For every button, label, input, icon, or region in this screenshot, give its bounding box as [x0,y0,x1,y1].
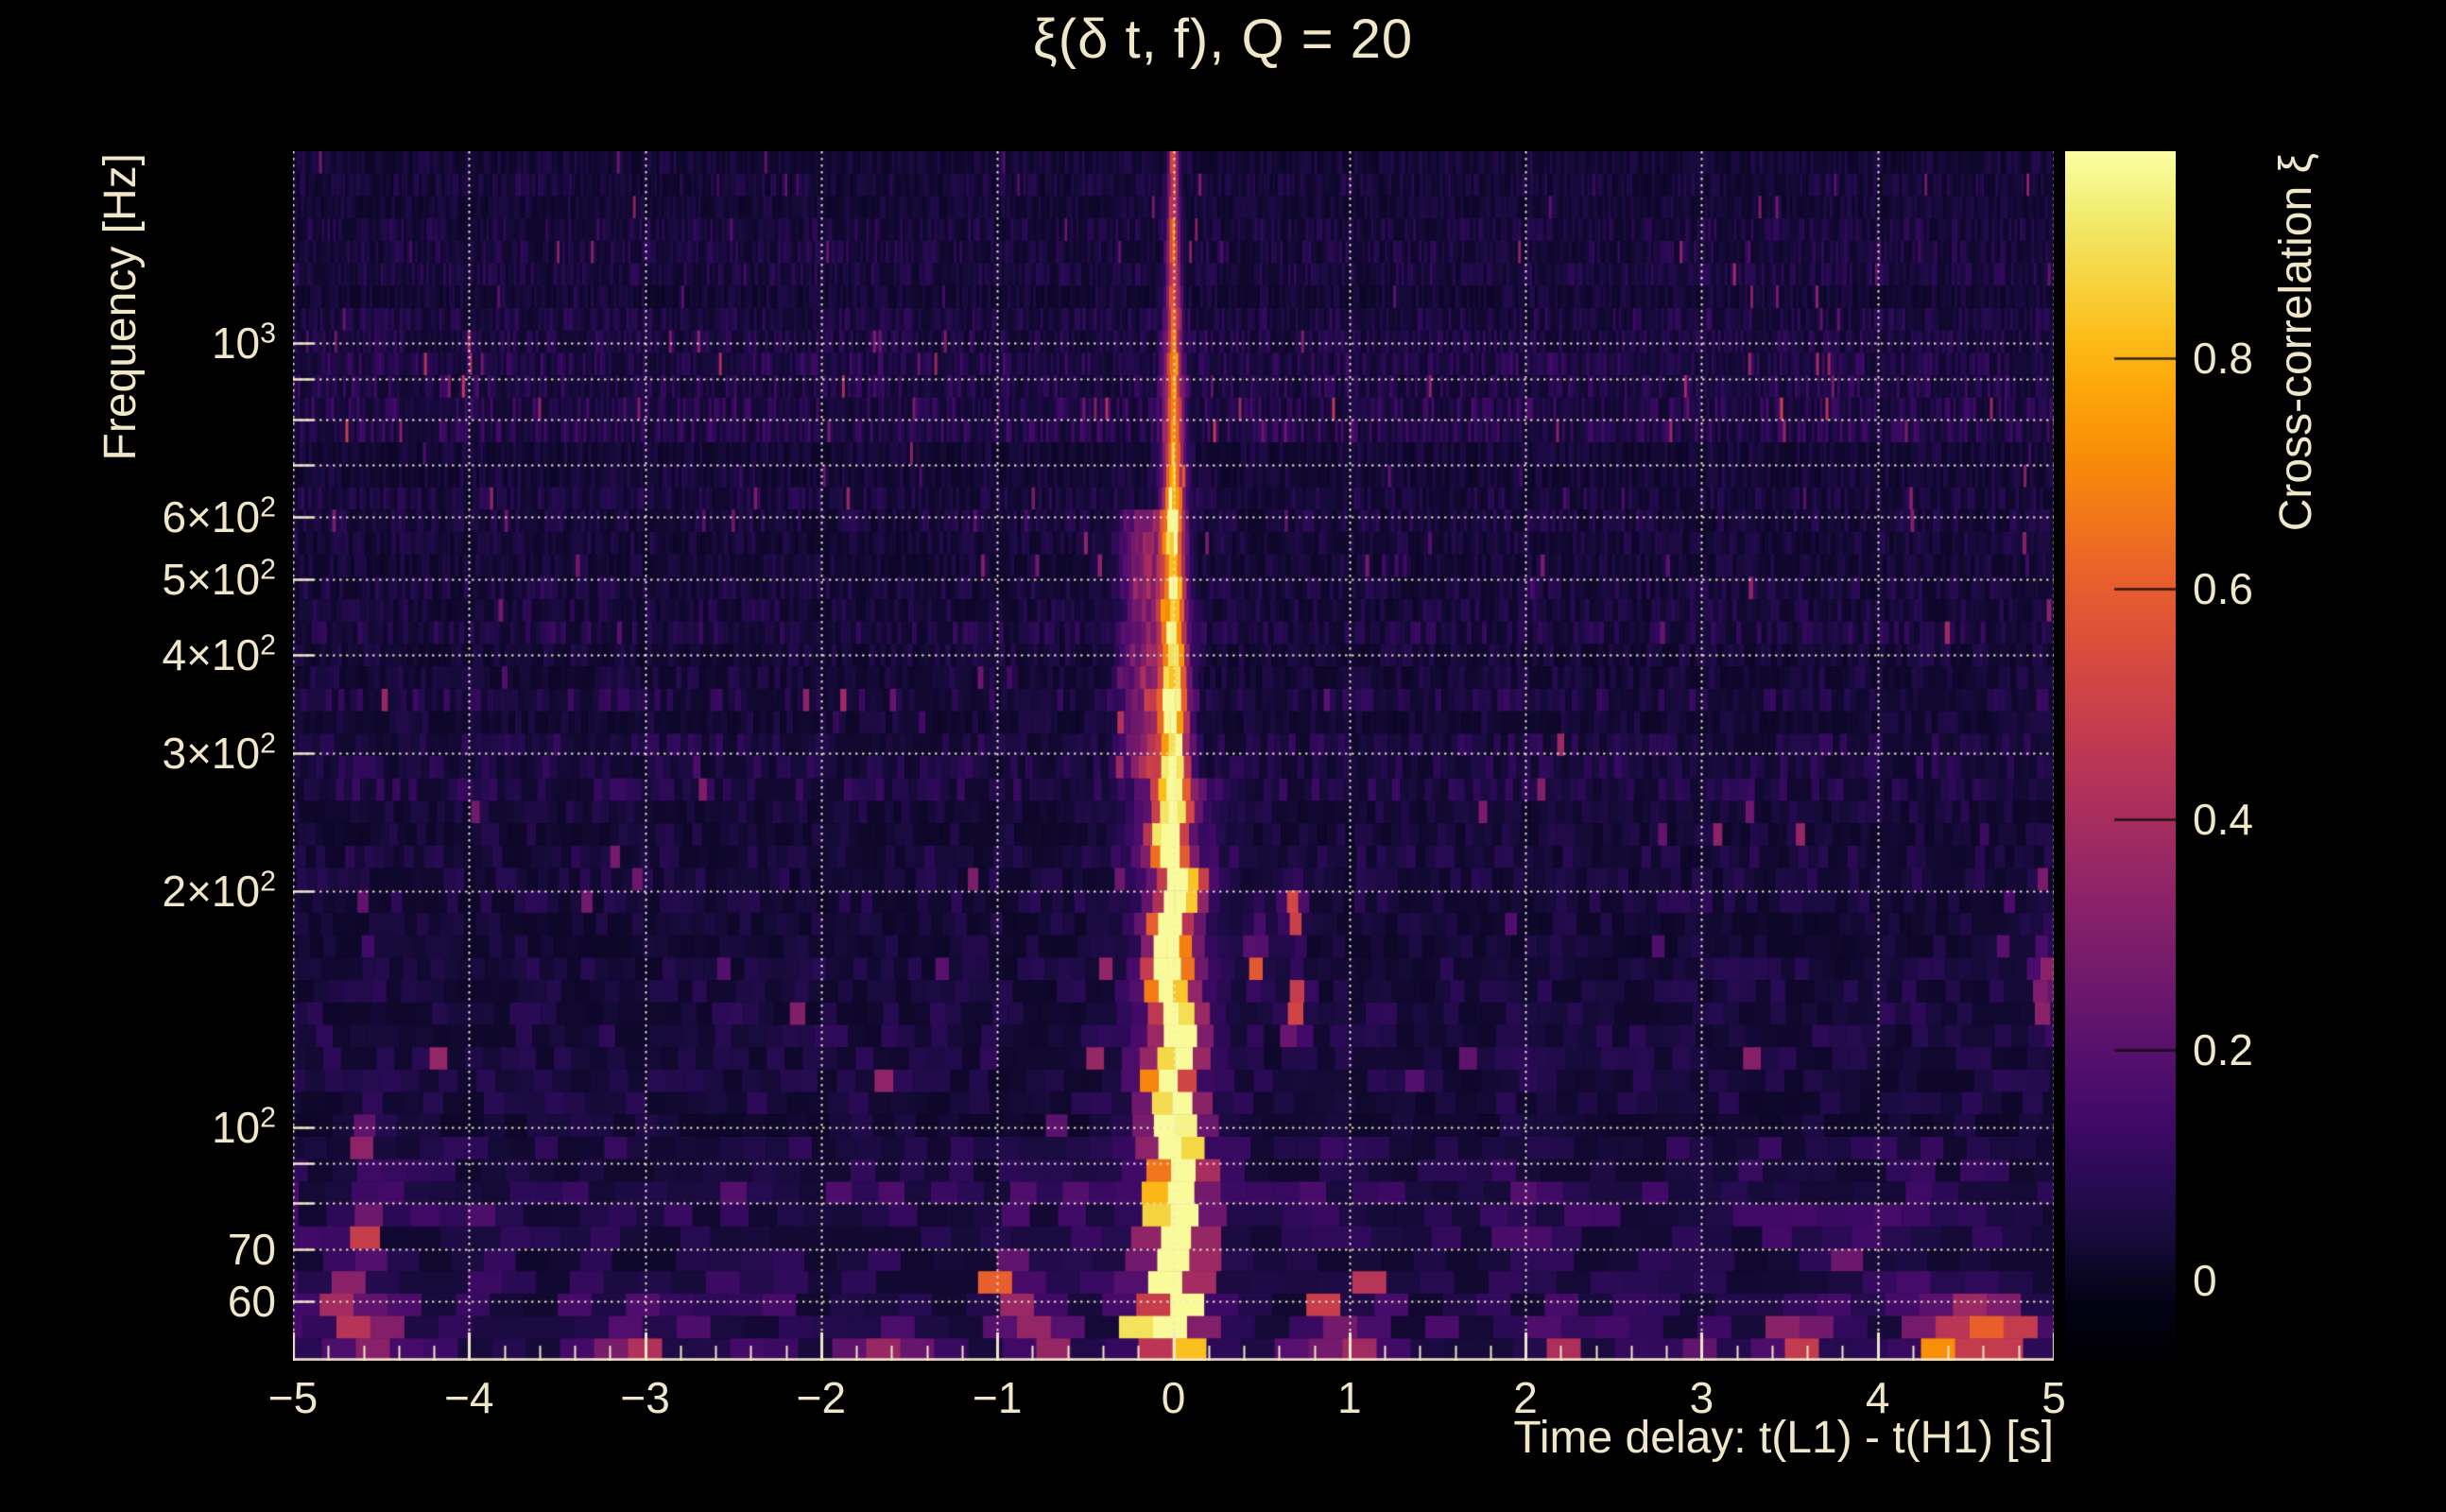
cross-correlation-spectrogram-figure: ξ(δ t, f), Q = 20 Frequency [Hz] Cross-c… [0,0,2446,1512]
spectrogram-heatmap-canvas [293,151,2054,1361]
colorbar-tick-label: 0.4 [2193,795,2253,845]
colorbar-tick-label: 0.6 [2193,564,2253,614]
x-tick-label: 0 [1161,1373,1186,1422]
chart-title: ξ(δ t, f), Q = 20 [1032,9,1414,70]
colorbar-tick-label: 0.8 [2193,334,2253,384]
x-tick-label: −5 [267,1373,319,1422]
x-axis-title: Time delay: t(L1) - t(H1) [s] [1513,1413,2054,1463]
x-tick-label: 3 [1689,1373,1714,1422]
x-tick-label: −3 [620,1373,670,1422]
colorbar-tick-label: 0 [2193,1255,2217,1305]
colorbar-tick-label: 0.2 [2193,1024,2253,1074]
x-tick-label: 2 [1513,1373,1538,1422]
x-tick-label: −4 [444,1373,494,1422]
y-tick-label: 3×102 [162,728,276,779]
x-tick-label: 4 [1865,1373,1890,1422]
x-tick-label: −2 [796,1373,847,1422]
colorbar-canvas [2065,151,2176,1361]
y-tick-label: 2×102 [162,866,276,917]
y-axis-title: Frequency [Hz] [95,153,146,461]
y-tick-label: 60 [227,1277,276,1327]
y-tick-label: 4×102 [162,630,276,680]
y-tick-label: 103 [211,318,276,369]
x-tick-label: 5 [2041,1373,2066,1422]
x-tick-label: −1 [972,1373,1023,1422]
colorbar-title: Cross-correlation ξ [2271,153,2321,532]
y-tick-label: 102 [211,1102,276,1153]
y-tick-label: 5×102 [162,554,276,604]
y-tick-label: 70 [227,1224,276,1274]
x-tick-label: 1 [1337,1373,1362,1422]
y-tick-label: 6×102 [162,491,276,542]
